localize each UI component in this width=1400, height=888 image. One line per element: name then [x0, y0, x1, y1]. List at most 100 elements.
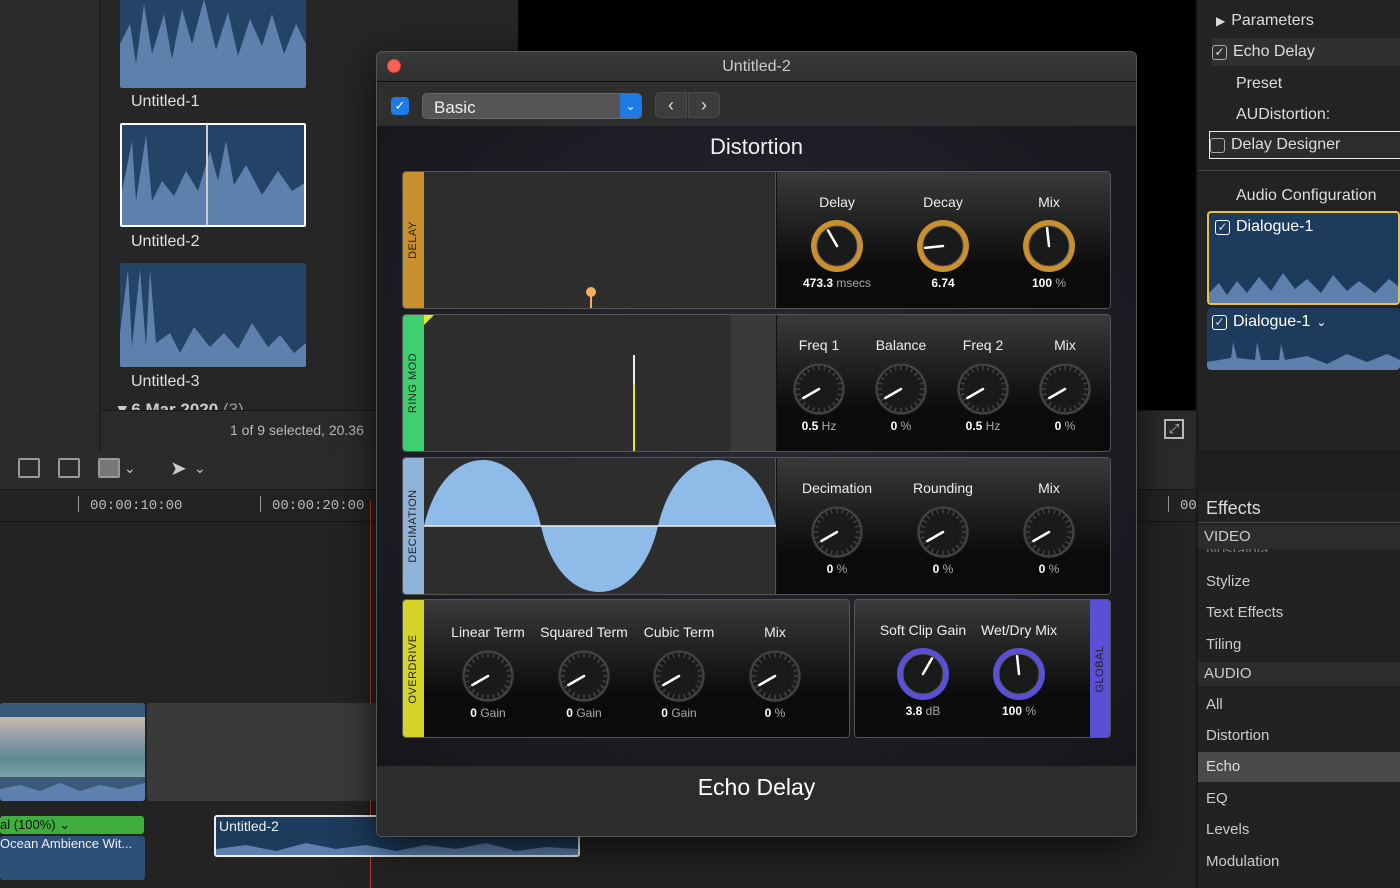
squared-term-knob[interactable]: Squared Term 0 Gain	[540, 624, 628, 720]
preset-label: Preset	[1236, 75, 1283, 92]
decay-knob[interactable]: Decay 6.74	[913, 194, 973, 290]
echo-delay-row[interactable]: ✓ Echo Delay	[1212, 38, 1400, 66]
audistortion-label: AUDistortion:	[1236, 106, 1331, 123]
knob-dial[interactable]	[955, 361, 1011, 417]
knob-label: Mix	[1054, 337, 1076, 353]
knob-dial[interactable]	[1021, 218, 1077, 274]
decimation-mix-knob[interactable]: Mix 0 %	[1019, 480, 1079, 576]
knob-value-number: 100	[1031, 276, 1052, 290]
knob-dial[interactable]	[915, 504, 971, 560]
effects-category[interactable]: Stylize	[1206, 573, 1250, 590]
knob-dial[interactable]	[809, 218, 865, 274]
ringmod-tab: RING MOD	[403, 315, 424, 451]
cubic-term-knob[interactable]: Cubic Term 0 Gain	[644, 624, 715, 720]
clip-thumbnail-selected[interactable]	[120, 123, 306, 227]
knob-dial[interactable]	[460, 648, 516, 704]
soft-clip-gain-knob[interactable]: Soft Clip Gain 3.8 dB	[880, 622, 966, 718]
effects-category[interactable]: Distortion	[1206, 727, 1269, 744]
enable-checkbox[interactable]: ✓	[391, 97, 409, 115]
decimation-controls: Decimation 0 % Rounding 0 % Mix 0 %	[777, 458, 1110, 594]
effects-category[interactable]: Levels	[1206, 821, 1249, 838]
role-lane[interactable]: al (100%) ⌄	[0, 816, 144, 834]
waveform-graph	[424, 460, 776, 592]
ringmod-mix-knob[interactable]: Mix 0 %	[1035, 337, 1095, 433]
chevron-down-icon[interactable]: ⌄	[1316, 315, 1326, 329]
append-clip-icon[interactable]	[58, 458, 80, 478]
knob-dial[interactable]	[556, 648, 612, 704]
freq2-knob[interactable]: Freq 2 0.5 Hz	[953, 337, 1013, 433]
knob-dial[interactable]	[809, 504, 865, 560]
knob-value: 100 %	[994, 276, 1104, 290]
effects-category[interactable]: Text Effects	[1206, 604, 1283, 621]
effects-category[interactable]: EQ	[1206, 790, 1228, 807]
knob-value-number: 0	[1038, 562, 1046, 576]
knob-value-unit: Hz	[821, 419, 837, 433]
effects-category[interactable]: All	[1206, 696, 1223, 713]
knob-dial[interactable]	[915, 218, 971, 274]
next-preset-button[interactable]: ›	[688, 92, 720, 118]
knob-value-unit: Gain	[480, 706, 506, 720]
checkbox-icon[interactable]	[1210, 137, 1225, 153]
balance-knob[interactable]: Balance 0 %	[871, 337, 931, 433]
effects-category[interactable]: Modulation	[1206, 853, 1279, 870]
audio-channel-card[interactable]: ✓ Dialogue-1 ⌄	[1207, 308, 1400, 370]
knob-value-unit: Hz	[985, 419, 1001, 433]
previous-preset-button[interactable]: ‹	[655, 92, 687, 118]
delay-mix-knob[interactable]: Mix 100 %	[1019, 194, 1079, 290]
knob-value-number: 3.8	[905, 704, 923, 718]
knob-dial[interactable]	[791, 361, 847, 417]
rounding-knob[interactable]: Rounding 0 %	[913, 480, 973, 576]
parameters-disclosure[interactable]: ▶ Parameters	[1216, 7, 1314, 35]
delay-designer-row[interactable]: Delay Designer	[1209, 131, 1400, 159]
delay-section: DELAY Delay 473.3 msecs Decay 6.74 Mix 100 …	[402, 171, 1111, 309]
knob-dial[interactable]	[895, 646, 951, 702]
chevron-down-icon[interactable]: ⌄	[59, 817, 70, 832]
wet-dry-mix-knob[interactable]: Wet/Dry Mix 100 %	[981, 622, 1057, 718]
window-title: Untitled-2	[722, 58, 791, 75]
checkbox-icon[interactable]: ✓	[1215, 219, 1230, 235]
insert-clip-icon[interactable]	[18, 458, 40, 478]
effects-category-selected[interactable]: Echo	[1206, 758, 1240, 775]
gap-clip[interactable]	[147, 703, 387, 801]
linear-term-knob[interactable]: Linear Term 0 Gain	[451, 624, 525, 720]
knob-dial[interactable]	[873, 361, 929, 417]
preset-dropdown[interactable]: Basic	[422, 93, 642, 119]
knob-label: Delay	[819, 194, 855, 210]
clip-thumbnail[interactable]	[120, 263, 306, 367]
overdrive-mix-knob[interactable]: Mix 0 %	[745, 624, 805, 720]
freq1-knob[interactable]: Freq 1 0.5 Hz	[789, 337, 849, 433]
checkbox-icon[interactable]: ✓	[1212, 314, 1227, 330]
delay-knob[interactable]: Delay 473.3 msecs	[803, 194, 871, 290]
overwrite-clip-icon[interactable]	[98, 458, 120, 478]
effects-category[interactable]: Tiling	[1206, 636, 1241, 653]
clip-label: Untitled-2	[219, 818, 279, 834]
delay-display[interactable]	[424, 172, 776, 308]
audio-category-header[interactable]: AUDIO	[1198, 662, 1400, 686]
ringmod-display[interactable]	[424, 315, 776, 451]
knob-dial[interactable]	[747, 648, 803, 704]
chevron-down-icon[interactable]: ⌄	[194, 460, 206, 477]
video-category-header[interactable]: VIDEO	[1198, 525, 1400, 549]
chevron-down-icon[interactable]: ⌄	[620, 94, 641, 118]
knob-dial[interactable]	[1021, 504, 1077, 560]
plugin-footer-title: Echo Delay	[697, 774, 816, 800]
decimation-knob[interactable]: Decimation 0 %	[802, 480, 872, 576]
knob-value-unit: %	[774, 706, 786, 720]
knob-value-unit: %	[1048, 562, 1060, 576]
pointer-tool-icon[interactable]: ➤	[170, 456, 187, 481]
effects-browser: Effects Nostalgia VIDEO Stylize Text Eff…	[1197, 490, 1400, 888]
video-clip[interactable]	[0, 703, 145, 801]
decimation-display[interactable]	[424, 458, 776, 594]
audio-clip[interactable]: Ocean Ambience Wit...	[0, 836, 145, 880]
knob-dial[interactable]	[991, 646, 1047, 702]
global-controls: Soft Clip Gain 3.8 dB Wet/Dry Mix 100 %	[855, 600, 1090, 737]
knob-label: Decimation	[801, 480, 873, 496]
audio-channel-card[interactable]: ✓ Dialogue-1	[1207, 211, 1400, 305]
knob-dial[interactable]	[1037, 361, 1093, 417]
clip-thumbnail[interactable]	[120, 0, 306, 88]
knob-value: 0 %	[888, 562, 998, 576]
checkbox-icon[interactable]: ✓	[1212, 44, 1227, 60]
knob-dial[interactable]	[651, 648, 707, 704]
chevron-down-icon[interactable]: ⌄	[124, 460, 136, 477]
fullscreen-icon[interactable]: ⤢	[1164, 419, 1184, 439]
